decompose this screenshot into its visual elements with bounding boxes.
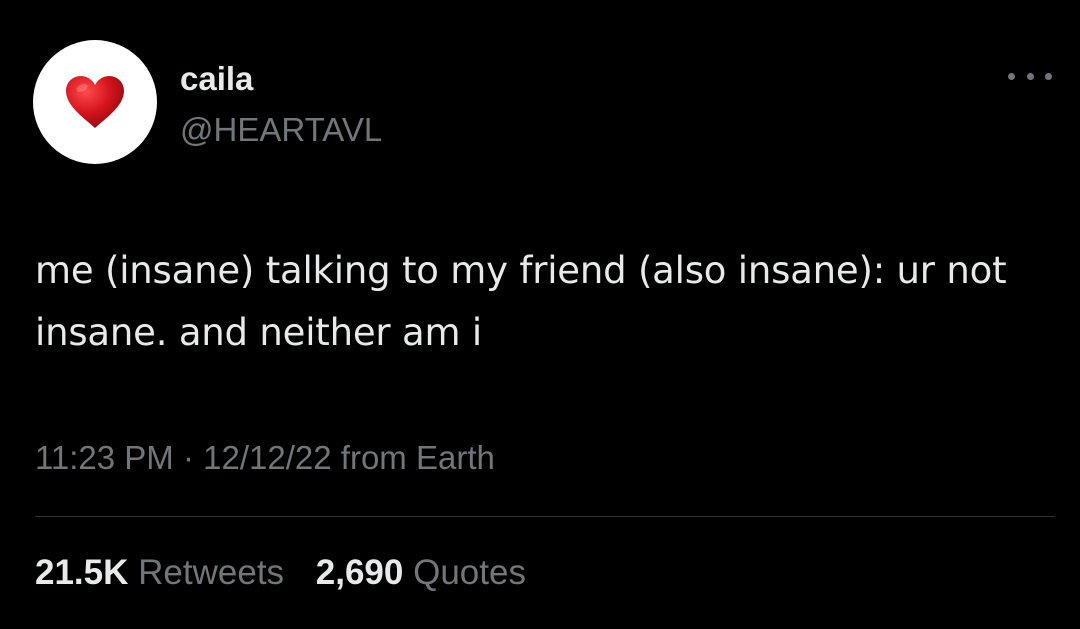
tweet-time[interactable]: 11:23 PM xyxy=(35,439,174,476)
more-options-icon[interactable] xyxy=(1008,62,1052,90)
more-dot xyxy=(1045,72,1052,80)
retweets-stat[interactable]: 21.5K Retweets xyxy=(35,553,284,593)
tweet-source: from Earth xyxy=(340,439,495,476)
quotes-stat[interactable]: 2,690 Quotes xyxy=(316,553,526,593)
tweet-date[interactable]: 12/12/22 xyxy=(203,439,331,476)
more-dot xyxy=(1026,72,1034,80)
quotes-count: 2,690 xyxy=(315,553,404,592)
more-dot xyxy=(1008,72,1015,80)
tweet-meta: 11:23 PM · 12/12/22 from Earth xyxy=(35,438,495,478)
tweet-stats: 21.5K Retweets 2,690 Quotes xyxy=(35,553,548,593)
avatar[interactable] xyxy=(33,40,157,164)
heart-icon xyxy=(64,74,126,130)
retweets-label: Retweets xyxy=(138,553,285,592)
tweet-card: caila @HEARTAVL me (insane) talking to m… xyxy=(0,0,1080,629)
user-handle[interactable]: @HEARTAVL xyxy=(180,111,382,149)
tweet-text: me (insane) talking to my friend (also i… xyxy=(35,249,1007,354)
meta-separator: · xyxy=(182,439,194,476)
quotes-label: Quotes xyxy=(413,553,526,592)
display-name[interactable]: caila xyxy=(180,60,253,98)
retweets-count: 21.5K xyxy=(35,553,129,592)
divider xyxy=(35,516,1055,517)
